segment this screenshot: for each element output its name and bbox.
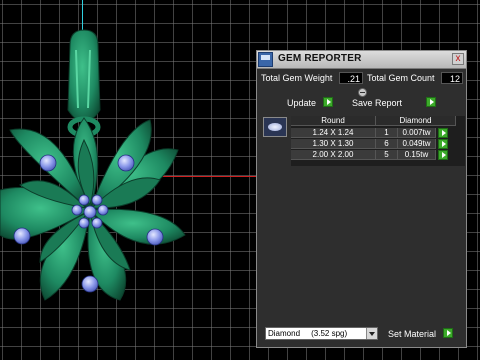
column-header-material: Diamond — [376, 116, 456, 126]
gem-reporter-icon — [258, 52, 273, 67]
gem-size: 1.30 X 1.30 — [291, 139, 376, 149]
bail — [67, 29, 101, 123]
total-gem-count-value: 12 — [441, 72, 463, 84]
gem-count: 1 — [376, 128, 398, 138]
gem-count: 6 — [376, 139, 398, 149]
total-gem-weight-label: Total Gem Weight — [261, 73, 333, 83]
close-icon[interactable]: x — [452, 53, 464, 65]
material-dropdown[interactable]: Diamond (3.52 spg) — [265, 327, 378, 340]
table-row[interactable]: 1.30 X 1.30 6 0.049tw — [291, 139, 465, 149]
save-report-button[interactable]: Save Report — [352, 98, 402, 108]
go-arrow-icon[interactable] — [426, 97, 436, 107]
gem-reporter-panel: GEM REPORTER x Total Gem Weight .21 Tota… — [256, 50, 467, 348]
go-arrow-icon[interactable] — [438, 128, 448, 138]
go-arrow-icon[interactable] — [323, 97, 333, 107]
gem-weight: 0.15tw — [398, 150, 436, 160]
go-arrow-icon[interactable] — [438, 150, 448, 160]
table-row[interactable]: 1.24 X 1.24 1 0.007tw — [291, 128, 465, 138]
gem-size: 2.00 X 2.00 — [291, 150, 376, 160]
dropdown-arrow-icon[interactable] — [366, 328, 377, 339]
round-gem-icon[interactable] — [263, 117, 287, 137]
material-dropdown-value: Diamond (3.52 spg) — [268, 329, 348, 338]
total-gem-count-label: Total Gem Count — [367, 73, 435, 83]
collapse-icon[interactable] — [358, 88, 367, 97]
go-arrow-icon[interactable] — [438, 139, 448, 149]
flower-pendant-model[interactable] — [0, 0, 260, 330]
set-material-button[interactable]: Set Material — [388, 329, 436, 339]
gem-size: 1.24 X 1.24 — [291, 128, 376, 138]
column-header-shape: Round — [291, 116, 376, 126]
table-row[interactable]: 2.00 X 2.00 5 0.15tw — [291, 150, 465, 160]
go-arrow-icon[interactable] — [443, 328, 453, 338]
panel-titlebar[interactable]: GEM REPORTER x — [257, 51, 466, 69]
gem-count: 5 — [376, 150, 398, 160]
gem-weight: 0.007tw — [398, 128, 436, 138]
total-gem-weight-value: .21 — [339, 72, 363, 84]
gem-weight: 0.049tw — [398, 139, 436, 149]
gem-table: Round Diamond 1.24 X 1.24 1 0.007tw 1.30… — [291, 116, 465, 166]
table-header: Round Diamond — [291, 116, 465, 126]
panel-title: GEM REPORTER — [278, 53, 362, 64]
update-button[interactable]: Update — [287, 98, 316, 108]
